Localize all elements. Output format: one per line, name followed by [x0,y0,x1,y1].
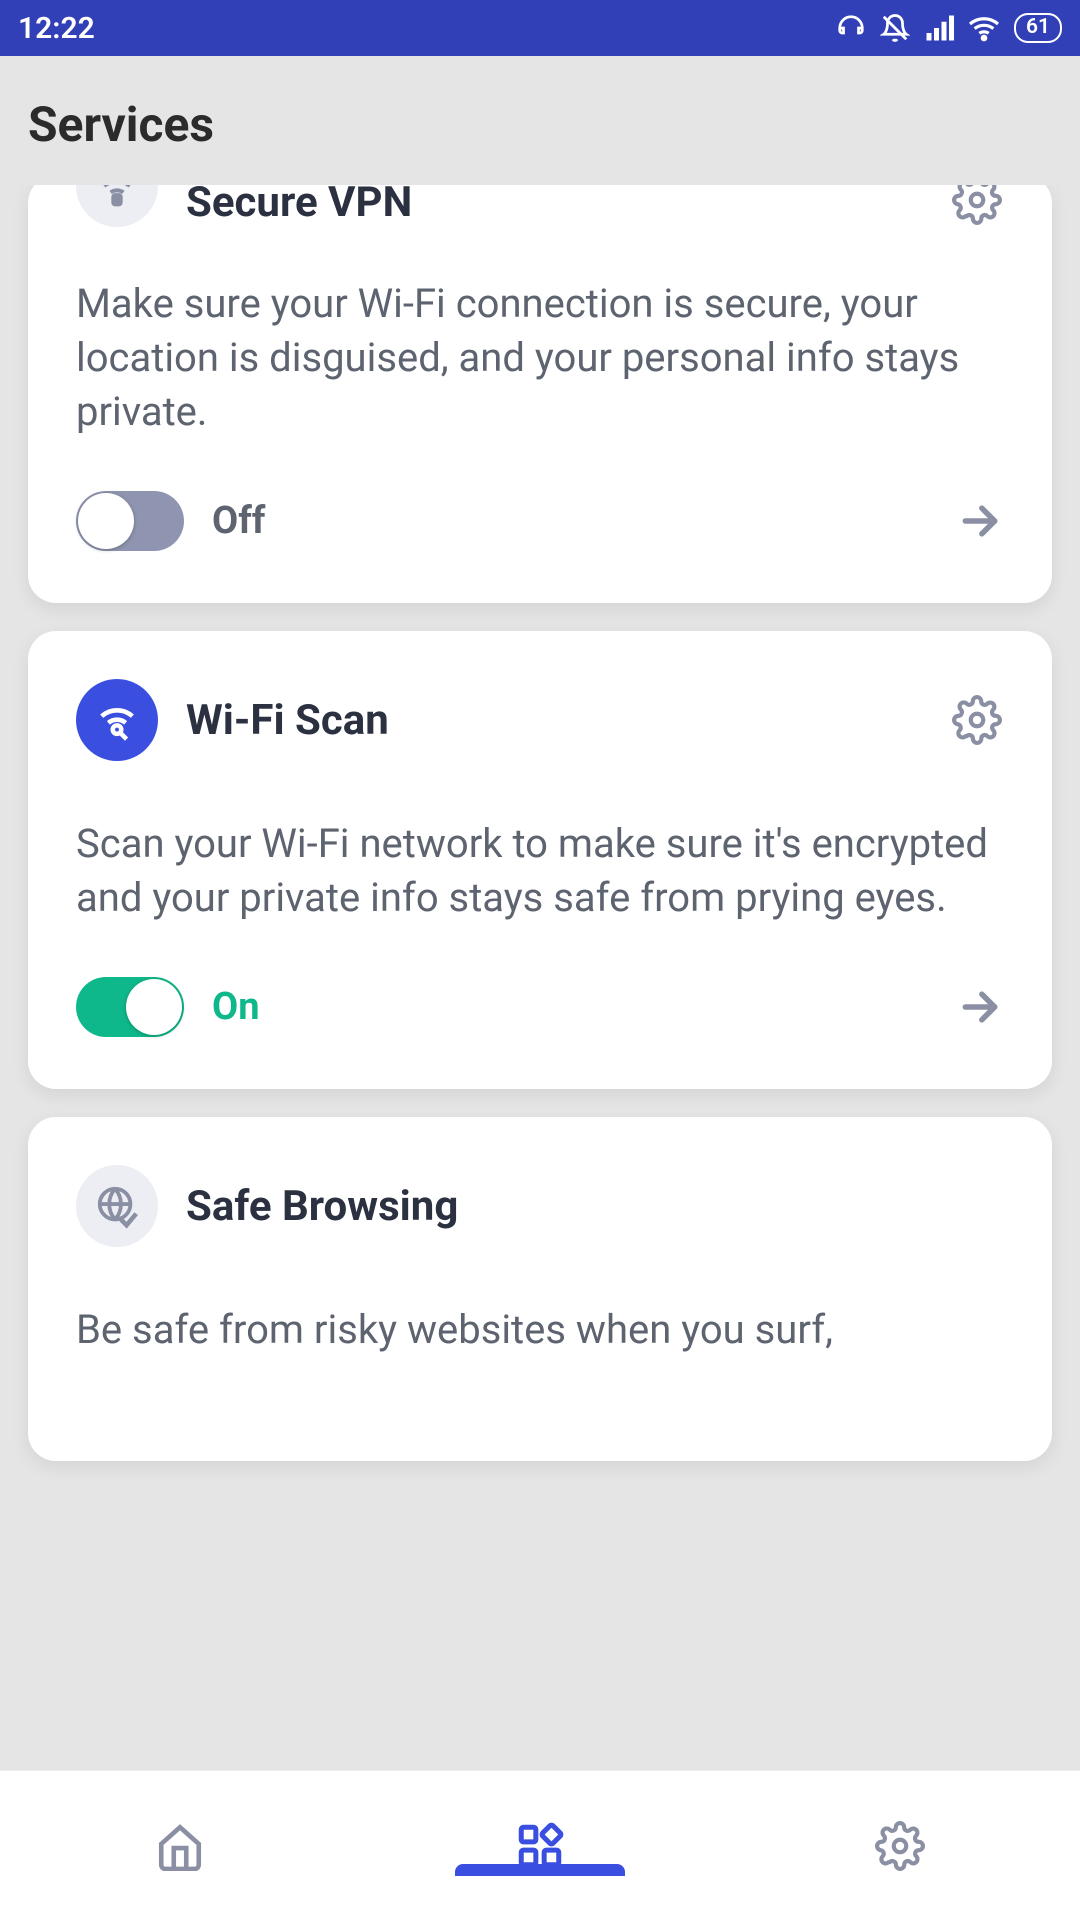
service-description: Be safe from risky websites when you sur… [76,1303,1004,1357]
bottom-nav [0,1770,1080,1920]
nav-services[interactable] [510,1816,570,1876]
headphones-icon [836,13,866,43]
wifi-icon [968,12,1000,44]
status-tray: 61 [836,12,1062,44]
safe-browsing-icon [76,1165,158,1247]
battery-indicator: 61 [1014,13,1062,42]
signal-icon [924,13,954,43]
nav-home[interactable] [150,1816,210,1876]
secure-vpn-icon [76,185,158,227]
service-card-secure-vpn: Secure VPN Make sure your Wi-Fi connecti… [28,185,1052,603]
toggle-label: On [212,985,928,1029]
service-card-wifi-scan: Wi-Fi Scan Scan your Wi-Fi network to ma… [28,631,1052,1089]
page-header: Services [0,56,1080,185]
service-title: Wi-Fi Scan [186,696,922,745]
service-title: Secure VPN [186,185,922,227]
status-time: 12:22 [18,11,95,46]
wifi-scan-icon [76,679,158,761]
secure-vpn-settings-button[interactable] [950,185,1004,227]
bell-mute-icon [880,13,910,43]
service-title: Safe Browsing [186,1182,1004,1231]
service-description: Scan your Wi-Fi network to make sure it'… [76,817,1004,925]
toggle-label: Off [212,499,928,543]
status-bar: 12:22 61 [0,0,1080,56]
nav-settings[interactable] [870,1816,930,1876]
wifi-scan-arrow-button[interactable] [956,983,1004,1031]
content-scroll[interactable]: Secure VPN Make sure your Wi-Fi connecti… [0,185,1080,1771]
nav-active-indicator [455,1864,625,1876]
service-description: Make sure your Wi-Fi connection is secur… [76,277,1004,439]
secure-vpn-toggle[interactable] [76,491,184,551]
wifi-scan-toggle[interactable] [76,977,184,1037]
page-title: Services [28,96,1052,153]
wifi-scan-settings-button[interactable] [950,693,1004,747]
secure-vpn-arrow-button[interactable] [956,497,1004,545]
service-card-safe-browsing: Safe Browsing Be safe from risky website… [28,1117,1052,1461]
